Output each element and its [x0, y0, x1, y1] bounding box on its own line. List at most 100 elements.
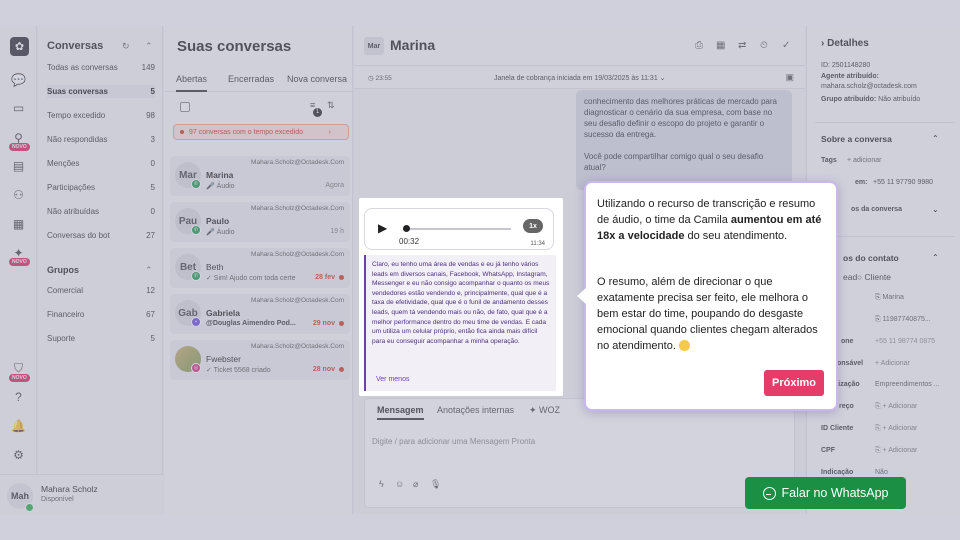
internal-chat-icon: ▪: [191, 317, 201, 327]
message-input[interactable]: Digite / para adicionar uma Mensagem Pro…: [372, 437, 535, 446]
lightning-icon[interactable]: ϟ: [379, 479, 384, 489]
unread-dot: [339, 274, 344, 280]
details-title: › Detalhes: [821, 38, 869, 49]
contact-name: Marina: [390, 37, 436, 53]
chevron-down-icon[interactable]: ⌄: [932, 205, 939, 214]
playback-speed-button[interactable]: 1x: [523, 219, 543, 233]
conversation-row[interactable]: Gab ▪ Mahara.Scholz@Octadesk.Com Gabriela…: [170, 294, 350, 334]
layout-icon[interactable]: ▦: [716, 40, 725, 51]
online-status-dot: [25, 503, 34, 512]
emoji-icon[interactable]: ☺: [395, 479, 404, 489]
message-composer: Mensagem Anotações internas ✦ WOZ Digite…: [364, 398, 795, 508]
whatsapp-icon: [762, 486, 776, 500]
audio-progress-handle[interactable]: [403, 225, 411, 232]
chat-icon[interactable]: 💬: [10, 71, 27, 88]
nav-title: Conversas: [47, 40, 104, 52]
audio-player: ▶ 00:32 1x 11:34: [364, 208, 554, 250]
nav-item-tempo-excedido[interactable]: Tempo excedido 98: [47, 111, 155, 120]
onboarding-tooltip: Utilizando o recurso de transcrição e re…: [577, 181, 838, 411]
audio-duration: 00:32: [399, 237, 420, 246]
chevron-up-icon[interactable]: ⌃: [145, 41, 153, 52]
nav-item-nao-atribuidas[interactable]: Não atribuídas 0: [47, 207, 155, 216]
conversation-row[interactable]: ◎ Mahara.Scholz@Octadesk.Com Fwebster ✓ …: [170, 340, 350, 380]
tab-mensagem[interactable]: Mensagem: [377, 405, 424, 420]
tab-nova-conversa[interactable]: Nova conversa: [287, 74, 347, 84]
print-icon[interactable]: ⎙: [695, 40, 703, 51]
conversation-list: Suas conversas Abertas Encerradas Nova c…: [164, 26, 353, 514]
mic-icon[interactable]: 🎙: [430, 479, 441, 490]
billing-bar: ◷ 23:55 Janela de cobrança iniciada em 1…: [354, 67, 805, 89]
agent-message: conhecimento das melhores práticas de me…: [576, 90, 792, 190]
novo-badge: NOVO: [9, 143, 30, 151]
novo-badge: NOVO: [9, 258, 30, 266]
octadesk-logo-icon[interactable]: ✿: [10, 37, 29, 56]
conversation-tabs: Abertas Encerradas Nova conversa: [164, 66, 353, 92]
chevron-down-icon[interactable]: ⌄: [660, 75, 666, 82]
contacts-icon[interactable]: ⚇: [10, 186, 27, 203]
novo-badge: NOVO: [9, 374, 30, 382]
store-icon[interactable]: ▦: [10, 215, 27, 232]
reports-icon[interactable]: ▤: [10, 157, 27, 174]
nav-item-todas[interactable]: Todas as conversas 149: [47, 63, 155, 72]
attach-icon[interactable]: ⌀: [413, 479, 418, 490]
chevron-up-icon[interactable]: ⌃: [145, 265, 153, 276]
avatar: Mar: [364, 37, 384, 55]
play-icon[interactable]: ▶: [378, 221, 387, 235]
transfer-icon[interactable]: ⇄: [738, 40, 746, 51]
ver-menos-link[interactable]: Ver menos: [376, 375, 409, 385]
left-rail: ✿ 💬 ▭ ⚲ NOVO ▤ ⚇ ▦ ✦ NOVO ⛉ NOVO ? 🔔 ⚙: [0, 26, 37, 514]
bell-icon[interactable]: 🔔: [10, 417, 27, 434]
tab-encerradas[interactable]: Encerradas: [228, 74, 274, 84]
user-status: Disponível: [41, 496, 74, 503]
conversations-nav: Conversas ↻ ⌃ Todas as conversas 149 Suas…: [38, 26, 163, 514]
whatsapp-icon: ✆: [191, 225, 201, 235]
audio-progress-track[interactable]: [403, 228, 511, 230]
chevron-up-icon[interactable]: ⌃: [932, 253, 939, 262]
chevron-up-icon[interactable]: ⌃: [932, 134, 939, 143]
tickets-icon[interactable]: ▭: [10, 99, 27, 116]
sort-icon[interactable]: ⇅: [327, 100, 335, 111]
audio-message-highlight: ▶ 00:32 1x 11:34 Claro, eu tenho uma áre…: [359, 198, 563, 396]
group-financeiro[interactable]: Financeiro 67: [47, 310, 155, 319]
alert-dot-icon: [180, 130, 184, 134]
tooltip-arrow: [577, 288, 586, 304]
conversation-row[interactable]: Mar ✆ Mahara.Scholz@Octadesk.Com Marina 🎤…: [170, 156, 350, 196]
nav-item-bot[interactable]: Conversas do bot 27: [47, 231, 155, 240]
next-button[interactable]: Próximo: [763, 370, 824, 396]
group-suporte[interactable]: Suporte 5: [47, 334, 155, 343]
nav-item-mencoes[interactable]: Menções 0: [47, 159, 155, 168]
whatsapp-icon: ✆: [191, 179, 201, 189]
history-icon[interactable]: ▣: [785, 72, 794, 83]
sparkle-icon: ✦: [529, 405, 540, 415]
nav-item-suas[interactable]: Suas conversas 5: [47, 85, 155, 98]
tab-woz[interactable]: ✦ WOZ: [529, 405, 560, 416]
unread-dot: [339, 366, 344, 372]
smile-emoji-icon: [678, 339, 690, 351]
gear-icon[interactable]: ⚙: [10, 446, 27, 463]
tab-abertas[interactable]: Abertas: [176, 74, 208, 92]
select-all-checkbox[interactable]: [180, 102, 190, 112]
user-profile[interactable]: Mah Mahara Scholz Disponível: [0, 474, 163, 514]
filter-count-badge: 1: [313, 108, 322, 117]
nav-item-nao-respondidas[interactable]: Não respondidas 3: [47, 135, 155, 144]
groups-title: Grupos: [47, 265, 80, 275]
check-icon[interactable]: ✓: [782, 40, 790, 51]
clock-icon[interactable]: ⏲: [760, 40, 768, 51]
page-title: Suas conversas: [177, 38, 292, 55]
user-name: Mahara Scholz: [41, 484, 98, 494]
conversation-row[interactable]: Bet ✆ Mahara.Scholz@Octadesk.Com Beth ✓ S…: [170, 248, 350, 288]
tab-anotacoes[interactable]: Anotações internas: [437, 405, 514, 415]
section-sobre[interactable]: Sobre a conversa: [821, 134, 892, 144]
conversation-row[interactable]: Pau ✆ Mahara.Scholz@Octadesk.Com Paulo 🎤 …: [170, 202, 350, 242]
refresh-icon[interactable]: ↻: [122, 41, 130, 52]
chat-header: Mar Marina ⎙ ▦ ⇄ ⏲ ✓: [354, 26, 805, 66]
add-tag-button[interactable]: + adicionar: [847, 157, 881, 164]
timeout-alert[interactable]: 97 conversas com o tempo excedido ›: [173, 124, 349, 140]
help-icon[interactable]: ?: [10, 388, 27, 405]
nav-item-participacoes[interactable]: Participações 5: [47, 183, 155, 192]
whatsapp-contact-button[interactable]: Falar no WhatsApp: [745, 477, 906, 509]
radio-cliente[interactable]: ○ Cliente: [857, 272, 891, 282]
chevron-right-icon: ›: [328, 128, 331, 136]
group-comercial[interactable]: Comercial 12: [47, 286, 155, 295]
whatsapp-icon: ✆: [191, 271, 201, 281]
